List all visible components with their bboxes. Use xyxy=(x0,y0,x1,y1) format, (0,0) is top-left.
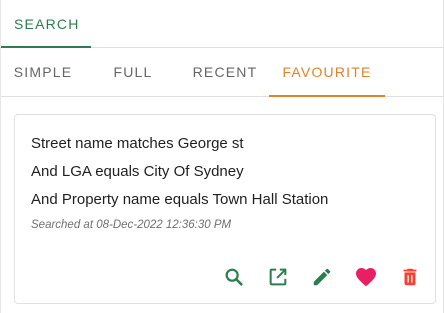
favourite-search-card: Street name matches George st And LGA eq… xyxy=(14,114,436,304)
tab-full[interactable]: FULL xyxy=(85,48,181,96)
tab-recent[interactable]: RECENT xyxy=(181,48,269,96)
main-tab-bar: SEARCH xyxy=(1,0,443,48)
tab-simple[interactable]: SIMPLE xyxy=(1,48,85,96)
tab-favourite-label: FAVOURITE xyxy=(282,64,372,80)
criteria-line-street: Street name matches George st xyxy=(31,135,244,152)
search-timestamp: Searched at 08-Dec-2022 12:36:30 PM xyxy=(31,219,232,231)
tab-favourite-indicator xyxy=(269,95,385,97)
tab-recent-label: RECENT xyxy=(192,64,258,80)
edit-search-button[interactable] xyxy=(308,263,336,291)
criteria-line-property: And Property name equals Town Hall Stati… xyxy=(31,191,329,208)
run-search-button[interactable] xyxy=(220,263,248,291)
tab-full-label: FULL xyxy=(113,64,153,80)
heart-icon xyxy=(356,268,376,287)
search-type-tab-bar: SIMPLE FULL RECENT FAVOURITE xyxy=(1,48,443,97)
tab-search[interactable]: SEARCH xyxy=(1,0,91,48)
tab-favourite[interactable]: FAVOURITE xyxy=(269,48,385,97)
trash-icon xyxy=(403,268,417,286)
open-in-new-icon xyxy=(269,268,287,286)
open-search-button[interactable] xyxy=(264,263,292,291)
criteria-line-lga: And LGA equals City Of Sydney xyxy=(31,163,244,180)
tab-simple-label: SIMPLE xyxy=(13,64,73,80)
search-icon xyxy=(225,268,243,286)
favourite-toggle-button[interactable] xyxy=(352,263,380,291)
delete-search-button[interactable] xyxy=(396,263,424,291)
pencil-icon xyxy=(313,268,331,286)
tab-search-label: SEARCH xyxy=(14,15,80,32)
